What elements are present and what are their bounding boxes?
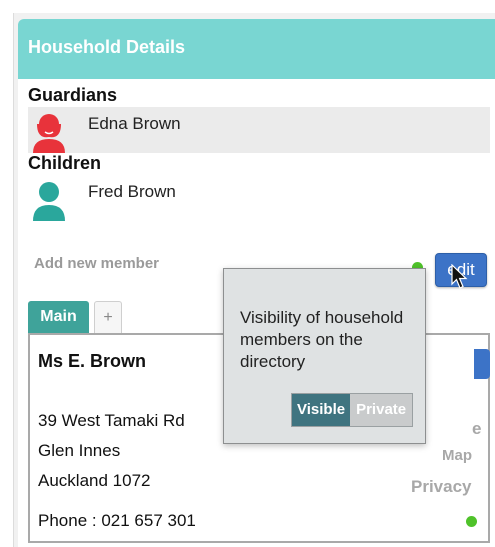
- female-avatar-icon: [33, 114, 65, 153]
- privacy-link[interactable]: Privacy: [411, 477, 472, 497]
- child-name: Fred Brown: [88, 182, 176, 201]
- visibility-popover: Visibility of household members on the d…: [223, 268, 426, 444]
- child-row[interactable]: Fred Brown: [28, 175, 490, 221]
- popover-message: Visibility of household members on the d…: [240, 308, 404, 371]
- tab-main[interactable]: Main: [28, 301, 89, 333]
- guardian-row[interactable]: Edna Brown: [28, 107, 490, 153]
- panel-header: Household Details: [18, 19, 495, 79]
- toggle-visible-option[interactable]: Visible: [292, 394, 351, 426]
- male-avatar-icon: [33, 182, 65, 221]
- guardians-heading: Guardians: [28, 85, 118, 105]
- contact-name: Ms E. Brown: [38, 351, 147, 371]
- address-line-2: Glen Innes: [38, 441, 121, 460]
- phone-number: Phone : 021 657 301: [38, 511, 196, 530]
- children-heading: Children: [28, 153, 102, 173]
- address-line-3: Auckland 1072: [38, 471, 151, 490]
- visibility-toggle[interactable]: Visible Private: [291, 393, 414, 427]
- panel-title: Household Details: [28, 37, 186, 57]
- privacy-status-dot: [466, 516, 477, 527]
- toggle-private-option[interactable]: Private: [350, 394, 413, 426]
- tab-add[interactable]: +: [94, 301, 122, 333]
- guardian-name: Edna Brown: [88, 114, 181, 133]
- contact-action-button[interactable]: [474, 349, 490, 379]
- address-line-1: 39 West Tamaki Rd: [38, 411, 185, 430]
- map-link[interactable]: Map: [442, 447, 472, 464]
- add-new-member-link[interactable]: Add new member: [34, 255, 159, 272]
- side-link-partial[interactable]: e: [472, 419, 481, 439]
- mouse-pointer-icon: [451, 264, 468, 289]
